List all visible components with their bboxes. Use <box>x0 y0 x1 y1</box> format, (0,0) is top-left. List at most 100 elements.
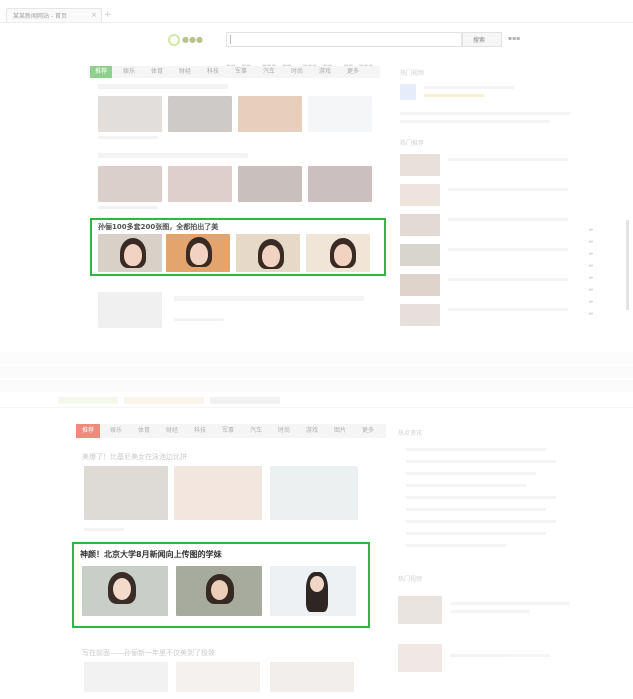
side-tool[interactable]: ◦ ▬ <box>584 272 614 284</box>
headline-placeholder[interactable] <box>98 153 248 158</box>
close-icon[interactable]: × <box>91 11 97 19</box>
face-shape <box>190 243 208 265</box>
search-button[interactable]: 搜索 <box>462 32 502 47</box>
tab-more[interactable]: 更多 <box>342 66 364 78</box>
news-image[interactable] <box>270 466 358 520</box>
headline-placeholder[interactable] <box>174 296 364 301</box>
side-tool[interactable]: ◦ ▬ <box>584 308 614 320</box>
portrait-image[interactable] <box>236 234 300 272</box>
study-image[interactable] <box>176 566 262 616</box>
side-tool[interactable]: ◦ ▬ <box>584 236 614 248</box>
news-image[interactable] <box>168 96 232 132</box>
portrait-image[interactable] <box>98 234 162 272</box>
video-thumb[interactable] <box>400 304 440 326</box>
address-bar[interactable] <box>0 366 633 378</box>
news-image[interactable] <box>176 662 260 692</box>
tab-auto[interactable]: 汽车 <box>258 66 280 78</box>
browser-tab[interactable]: 某某新闻网站 - 首页 × <box>6 8 102 22</box>
study-image[interactable] <box>270 566 356 616</box>
video-thumb[interactable] <box>400 214 440 236</box>
scrollbar[interactable] <box>626 220 629 310</box>
side-tool[interactable]: ◦ ▬ <box>584 260 614 272</box>
text-line[interactable] <box>406 472 536 475</box>
video-thumb[interactable] <box>400 244 440 266</box>
side-tool[interactable]: ◦ ▬ <box>584 248 614 260</box>
video-thumb[interactable] <box>400 274 440 296</box>
headline[interactable]: 写在前面——孙俪新一年里不仅美到了极致 <box>82 648 215 658</box>
video-thumb[interactable] <box>400 154 440 176</box>
tab-entertainment[interactable]: 娱乐 <box>118 66 140 78</box>
tab-games[interactable]: 游戏 <box>314 66 336 78</box>
study-image[interactable] <box>82 566 168 616</box>
sidebar-heading: 热门视频 <box>398 576 423 583</box>
tab-military[interactable]: 军事 <box>216 424 240 438</box>
tab-sports[interactable]: 体育 <box>132 424 156 438</box>
category-tabs: 推荐 娱乐 体育 财经 科技 军事 汽车 时尚 游戏 图片 更多 <box>76 424 386 438</box>
tab-military[interactable]: 军事 <box>230 66 252 78</box>
tab-fashion[interactable]: 时尚 <box>286 66 308 78</box>
face-shape <box>124 244 142 266</box>
face-shape <box>310 576 324 592</box>
top-screenshot: 某某新闻网站 - 首页 × + ●●● 搜索 ▪▪▪ ▬▬▬▬ ▬▬▬▬▬ ▬▬… <box>0 0 633 340</box>
portrait-image[interactable] <box>166 234 230 272</box>
bookmarks-bar <box>0 380 633 392</box>
text-line[interactable] <box>406 484 526 487</box>
news-image[interactable] <box>98 96 162 132</box>
side-tool[interactable]: ◦ ▬ <box>584 284 614 296</box>
highlight-title[interactable]: 神颜！北京大学8月新闻向上传图的学妹 <box>80 549 222 560</box>
text-line <box>450 654 550 657</box>
text-line[interactable] <box>406 544 506 547</box>
news-image[interactable] <box>168 166 232 202</box>
side-tool[interactable]: ◦ ▬ <box>584 224 614 236</box>
headline-placeholder[interactable] <box>98 84 228 89</box>
new-tab-icon[interactable]: + <box>104 10 112 20</box>
text-line[interactable] <box>406 496 556 499</box>
text-line[interactable] <box>406 460 556 463</box>
app-icon[interactable] <box>400 84 416 100</box>
browser-tab[interactable] <box>210 397 280 404</box>
search-input[interactable] <box>226 32 462 47</box>
text-caret <box>230 35 231 44</box>
text-line[interactable] <box>406 508 546 511</box>
text-line <box>424 86 514 89</box>
tab-recommend[interactable]: 推荐 <box>90 66 112 78</box>
news-image[interactable] <box>238 166 302 202</box>
news-image[interactable] <box>270 662 354 692</box>
highlight-title[interactable]: 孙俪100多套200张图，全都拍出了美 <box>98 222 218 232</box>
portrait-image[interactable] <box>306 234 370 272</box>
tab-finance[interactable]: 财经 <box>174 66 196 78</box>
text-line <box>448 188 568 191</box>
tab-more[interactable]: 更多 <box>356 424 380 438</box>
news-image[interactable] <box>98 166 162 202</box>
news-image[interactable] <box>174 466 262 520</box>
tab-games[interactable]: 游戏 <box>300 424 324 438</box>
browser-tab[interactable] <box>124 397 204 404</box>
news-image[interactable] <box>84 662 168 692</box>
tab-sports[interactable]: 体育 <box>146 66 168 78</box>
tab-fashion[interactable]: 时尚 <box>272 424 296 438</box>
browser-tab-title: 某某新闻网站 - 首页 <box>13 13 67 20</box>
news-image[interactable] <box>84 466 168 520</box>
tab-recommend[interactable]: 推荐 <box>76 424 100 438</box>
tab-tech[interactable]: 科技 <box>188 424 212 438</box>
tab-pictures[interactable]: 图片 <box>328 424 352 438</box>
news-image[interactable] <box>308 96 372 132</box>
side-tool[interactable]: ◦ ▬ <box>584 296 614 308</box>
tab-tech[interactable]: 科技 <box>202 66 224 78</box>
text-line[interactable] <box>406 532 546 535</box>
browser-tab[interactable] <box>58 397 118 404</box>
video-thumb[interactable] <box>398 644 442 672</box>
tab-finance[interactable]: 财经 <box>160 424 184 438</box>
news-image[interactable] <box>238 96 302 132</box>
text-line[interactable] <box>406 520 556 523</box>
headline[interactable]: 美爆了！比基尼美女在泳池边比拼 <box>82 452 187 462</box>
tab-entertainment[interactable]: 娱乐 <box>104 424 128 438</box>
search-link[interactable]: ▪▪▪ <box>508 35 520 42</box>
search-button-label: 搜索 <box>473 37 486 44</box>
news-image[interactable] <box>308 166 372 202</box>
video-thumb[interactable] <box>400 184 440 206</box>
text-line[interactable] <box>406 448 546 451</box>
video-thumb[interactable] <box>398 596 442 624</box>
news-image[interactable] <box>98 292 162 328</box>
tab-auto[interactable]: 汽车 <box>244 424 268 438</box>
